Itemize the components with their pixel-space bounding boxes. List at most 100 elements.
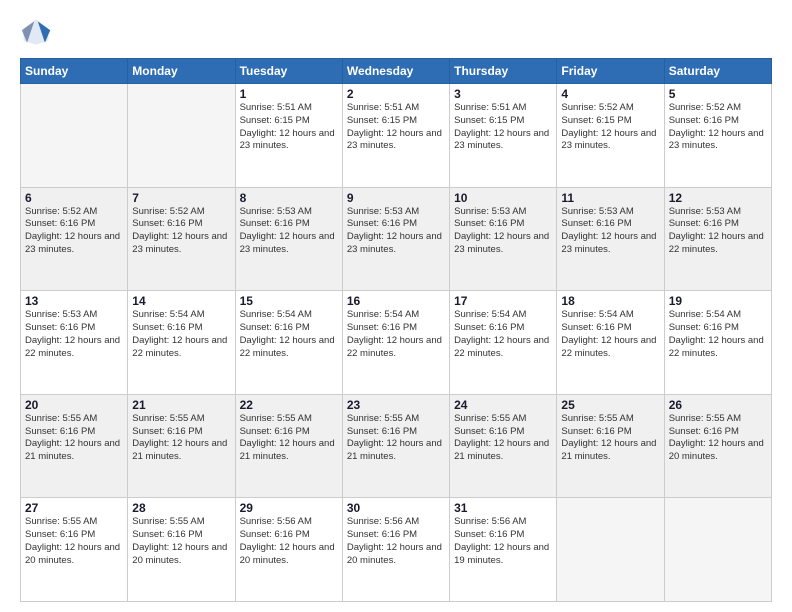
day-number: 28 (132, 501, 230, 515)
weekday-header-friday: Friday (557, 59, 664, 84)
day-number: 26 (669, 398, 767, 412)
day-number: 24 (454, 398, 552, 412)
calendar-cell: 7Sunrise: 5:52 AMSunset: 6:16 PMDaylight… (128, 187, 235, 291)
calendar-cell: 21Sunrise: 5:55 AMSunset: 6:16 PMDayligh… (128, 394, 235, 498)
calendar-cell (557, 498, 664, 602)
calendar-header: SundayMondayTuesdayWednesdayThursdayFrid… (21, 59, 772, 84)
calendar-body: 1Sunrise: 5:51 AMSunset: 6:15 PMDaylight… (21, 84, 772, 602)
day-info: Sunrise: 5:55 AMSunset: 6:16 PMDaylight:… (454, 413, 552, 464)
day-number: 7 (132, 191, 230, 205)
day-number: 5 (669, 87, 767, 101)
day-number: 1 (240, 87, 338, 101)
day-number: 16 (347, 294, 445, 308)
weekday-header-tuesday: Tuesday (235, 59, 342, 84)
day-info: Sunrise: 5:55 AMSunset: 6:16 PMDaylight:… (132, 516, 230, 567)
calendar-cell: 12Sunrise: 5:53 AMSunset: 6:16 PMDayligh… (664, 187, 771, 291)
weekday-header-saturday: Saturday (664, 59, 771, 84)
calendar-cell: 23Sunrise: 5:55 AMSunset: 6:16 PMDayligh… (342, 394, 449, 498)
calendar-cell: 4Sunrise: 5:52 AMSunset: 6:15 PMDaylight… (557, 84, 664, 188)
day-number: 14 (132, 294, 230, 308)
day-info: Sunrise: 5:53 AMSunset: 6:16 PMDaylight:… (240, 206, 338, 257)
calendar-cell: 26Sunrise: 5:55 AMSunset: 6:16 PMDayligh… (664, 394, 771, 498)
day-number: 21 (132, 398, 230, 412)
day-info: Sunrise: 5:56 AMSunset: 6:16 PMDaylight:… (454, 516, 552, 567)
day-number: 4 (561, 87, 659, 101)
day-info: Sunrise: 5:55 AMSunset: 6:16 PMDaylight:… (25, 516, 123, 567)
calendar-cell: 1Sunrise: 5:51 AMSunset: 6:15 PMDaylight… (235, 84, 342, 188)
weekday-header-row: SundayMondayTuesdayWednesdayThursdayFrid… (21, 59, 772, 84)
day-number: 25 (561, 398, 659, 412)
calendar-cell (21, 84, 128, 188)
logo-icon (20, 16, 52, 48)
calendar-cell: 2Sunrise: 5:51 AMSunset: 6:15 PMDaylight… (342, 84, 449, 188)
day-info: Sunrise: 5:56 AMSunset: 6:16 PMDaylight:… (347, 516, 445, 567)
calendar-cell: 17Sunrise: 5:54 AMSunset: 6:16 PMDayligh… (450, 291, 557, 395)
day-number: 22 (240, 398, 338, 412)
day-info: Sunrise: 5:51 AMSunset: 6:15 PMDaylight:… (454, 102, 552, 153)
calendar-cell: 14Sunrise: 5:54 AMSunset: 6:16 PMDayligh… (128, 291, 235, 395)
day-info: Sunrise: 5:56 AMSunset: 6:16 PMDaylight:… (240, 516, 338, 567)
day-number: 13 (25, 294, 123, 308)
day-number: 9 (347, 191, 445, 205)
day-info: Sunrise: 5:55 AMSunset: 6:16 PMDaylight:… (669, 413, 767, 464)
calendar-week-5: 27Sunrise: 5:55 AMSunset: 6:16 PMDayligh… (21, 498, 772, 602)
day-info: Sunrise: 5:53 AMSunset: 6:16 PMDaylight:… (25, 309, 123, 360)
calendar-cell: 25Sunrise: 5:55 AMSunset: 6:16 PMDayligh… (557, 394, 664, 498)
calendar-cell: 6Sunrise: 5:52 AMSunset: 6:16 PMDaylight… (21, 187, 128, 291)
calendar-cell: 11Sunrise: 5:53 AMSunset: 6:16 PMDayligh… (557, 187, 664, 291)
day-info: Sunrise: 5:52 AMSunset: 6:16 PMDaylight:… (669, 102, 767, 153)
calendar-cell: 8Sunrise: 5:53 AMSunset: 6:16 PMDaylight… (235, 187, 342, 291)
day-number: 31 (454, 501, 552, 515)
calendar-cell: 13Sunrise: 5:53 AMSunset: 6:16 PMDayligh… (21, 291, 128, 395)
day-info: Sunrise: 5:53 AMSunset: 6:16 PMDaylight:… (347, 206, 445, 257)
day-number: 19 (669, 294, 767, 308)
logo (20, 16, 56, 48)
calendar-week-3: 13Sunrise: 5:53 AMSunset: 6:16 PMDayligh… (21, 291, 772, 395)
day-info: Sunrise: 5:51 AMSunset: 6:15 PMDaylight:… (240, 102, 338, 153)
weekday-header-sunday: Sunday (21, 59, 128, 84)
calendar-cell: 30Sunrise: 5:56 AMSunset: 6:16 PMDayligh… (342, 498, 449, 602)
day-number: 20 (25, 398, 123, 412)
calendar-cell: 22Sunrise: 5:55 AMSunset: 6:16 PMDayligh… (235, 394, 342, 498)
day-info: Sunrise: 5:53 AMSunset: 6:16 PMDaylight:… (454, 206, 552, 257)
calendar-cell: 27Sunrise: 5:55 AMSunset: 6:16 PMDayligh… (21, 498, 128, 602)
day-info: Sunrise: 5:52 AMSunset: 6:15 PMDaylight:… (561, 102, 659, 153)
calendar-cell: 20Sunrise: 5:55 AMSunset: 6:16 PMDayligh… (21, 394, 128, 498)
calendar-cell: 28Sunrise: 5:55 AMSunset: 6:16 PMDayligh… (128, 498, 235, 602)
calendar-cell: 19Sunrise: 5:54 AMSunset: 6:16 PMDayligh… (664, 291, 771, 395)
day-number: 15 (240, 294, 338, 308)
day-number: 29 (240, 501, 338, 515)
day-info: Sunrise: 5:55 AMSunset: 6:16 PMDaylight:… (132, 413, 230, 464)
calendar-cell: 9Sunrise: 5:53 AMSunset: 6:16 PMDaylight… (342, 187, 449, 291)
calendar-cell: 15Sunrise: 5:54 AMSunset: 6:16 PMDayligh… (235, 291, 342, 395)
calendar-cell: 16Sunrise: 5:54 AMSunset: 6:16 PMDayligh… (342, 291, 449, 395)
day-info: Sunrise: 5:54 AMSunset: 6:16 PMDaylight:… (132, 309, 230, 360)
calendar-week-2: 6Sunrise: 5:52 AMSunset: 6:16 PMDaylight… (21, 187, 772, 291)
calendar-cell: 31Sunrise: 5:56 AMSunset: 6:16 PMDayligh… (450, 498, 557, 602)
day-info: Sunrise: 5:55 AMSunset: 6:16 PMDaylight:… (347, 413, 445, 464)
day-number: 30 (347, 501, 445, 515)
calendar-cell (128, 84, 235, 188)
calendar-cell: 5Sunrise: 5:52 AMSunset: 6:16 PMDaylight… (664, 84, 771, 188)
weekday-header-thursday: Thursday (450, 59, 557, 84)
day-number: 8 (240, 191, 338, 205)
calendar-cell: 3Sunrise: 5:51 AMSunset: 6:15 PMDaylight… (450, 84, 557, 188)
day-info: Sunrise: 5:51 AMSunset: 6:15 PMDaylight:… (347, 102, 445, 153)
day-info: Sunrise: 5:54 AMSunset: 6:16 PMDaylight:… (347, 309, 445, 360)
weekday-header-wednesday: Wednesday (342, 59, 449, 84)
calendar-table: SundayMondayTuesdayWednesdayThursdayFrid… (20, 58, 772, 602)
day-number: 27 (25, 501, 123, 515)
day-number: 23 (347, 398, 445, 412)
day-info: Sunrise: 5:52 AMSunset: 6:16 PMDaylight:… (132, 206, 230, 257)
day-number: 6 (25, 191, 123, 205)
calendar-cell (664, 498, 771, 602)
day-number: 17 (454, 294, 552, 308)
day-number: 18 (561, 294, 659, 308)
calendar-week-4: 20 Sunrise: 5:55 AMSunset: 6:16 PMDayligh… (21, 394, 772, 498)
weekday-header-monday: Monday (128, 59, 235, 84)
calendar-cell: 10Sunrise: 5:53 AMSunset: 6:16 PMDayligh… (450, 187, 557, 291)
calendar-cell: 24Sunrise: 5:55 AMSunset: 6:16 PMDayligh… (450, 394, 557, 498)
day-info: Sunrise: 5:52 AMSunset: 6:16 PMDaylight:… (25, 206, 123, 257)
day-info: Sunrise: 5:53 AMSunset: 6:16 PMDaylight:… (669, 206, 767, 257)
day-number: 3 (454, 87, 552, 101)
